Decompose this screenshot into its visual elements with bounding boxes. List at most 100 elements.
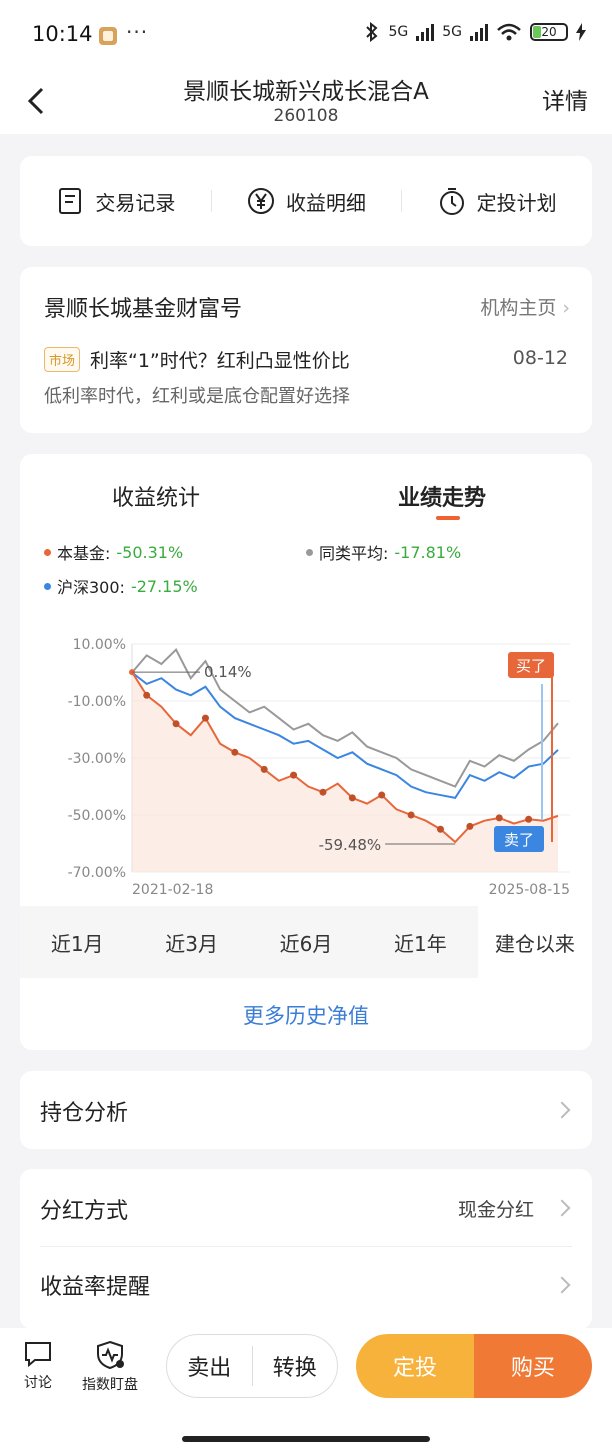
chevron-right-icon [553, 1101, 571, 1119]
tab-earnings-stats[interactable]: 收益统计 [112, 480, 200, 512]
dividend-method-label: 分红方式 [40, 1199, 129, 1224]
institution-home-link[interactable]: 机构主页 › [480, 293, 570, 320]
market-tag: 市场 [44, 347, 81, 372]
discuss-button[interactable]: 讨论 [18, 1340, 58, 1392]
legend-csi300-value: -27.15% [130, 576, 198, 596]
fund-transaction-point [172, 720, 180, 728]
legend-fund-value: -50.31% [116, 542, 184, 562]
article-date: 08-12 [512, 347, 568, 369]
period-selector: 近1月 近3月 近6月 近1年 建仓以来 [20, 906, 592, 978]
y-tick-label: -30.00% [68, 751, 126, 767]
fund-transaction-point [348, 794, 356, 802]
sell-button[interactable]: 卖出 [167, 1350, 252, 1382]
buy-tag-label: 买了 [516, 657, 546, 675]
bluetooth-icon [366, 22, 378, 42]
convert-button[interactable]: 转换 [253, 1350, 338, 1382]
legend-csi300: 沪深300: -27.15% [44, 574, 198, 598]
index-watch-label: 指数盯盘 [82, 1377, 138, 1393]
fund-transaction-point [525, 815, 533, 823]
y-tick-label: 10.00% [73, 637, 126, 653]
index-watch-button[interactable]: 指数盯盘 [76, 1340, 144, 1394]
buy-group: 定投 购买 [356, 1334, 592, 1398]
fund-transaction-point [407, 811, 415, 819]
y-tick-label: -10.00% [68, 694, 126, 710]
legend-fund-label: 本基金: [57, 544, 111, 563]
period-3m[interactable]: 近3月 [134, 906, 248, 978]
fund-transaction-point [290, 771, 298, 779]
x-tick-label-start: 2021-02-18 [132, 882, 213, 898]
more-nav-history-link[interactable]: 更多历史净值 [20, 1000, 592, 1030]
period-since-inception[interactable]: 建仓以来 [477, 906, 592, 978]
battery-icon: 20 [530, 23, 568, 41]
fixed-plan-button[interactable]: 定投计划 [401, 186, 592, 216]
fund-transaction-point [143, 691, 151, 699]
sell-convert-group: 卖出 转换 [166, 1334, 338, 1398]
wealth-account-name: 景顺长城基金财富号 [44, 297, 243, 322]
fund-transaction-point [378, 791, 386, 799]
legend-peer-dot [306, 548, 313, 556]
discuss-label: 讨论 [24, 1375, 52, 1391]
nav-bar: 景顺长城新兴成长混合A 260108 详情 [0, 70, 612, 134]
return-alert-label: 收益率提醒 [40, 1275, 151, 1300]
page-title: 景顺长城新兴成长混合A [183, 79, 429, 105]
app-notification-icon [99, 27, 117, 45]
holdings-analysis-row[interactable]: 持仓分析 [20, 1071, 592, 1149]
timer-icon [439, 188, 464, 215]
fund-transaction-point [319, 788, 327, 796]
y-tick-label: -50.00% [68, 808, 126, 824]
max-annotation-label: 0.14% [204, 663, 252, 681]
dividend-method-value: 现金分红 [457, 1199, 534, 1221]
sell-tag-label: 卖了 [504, 831, 534, 849]
network-5g-label-2: 5G [442, 24, 462, 40]
fixed-plan-label: 定投计划 [476, 190, 557, 215]
chevron-right-icon: › [562, 297, 570, 319]
period-6m[interactable]: 近6月 [249, 906, 363, 978]
tools-card: 交易记录 收益明细 定投计划 [20, 156, 592, 246]
legend-peer-average: 同类平均: -17.81% [306, 540, 461, 564]
divider [40, 1246, 572, 1247]
wifi-icon [497, 23, 521, 41]
x-tick-label-end: 2025-08-15 [489, 882, 570, 898]
fixed-invest-button[interactable]: 定投 [356, 1334, 474, 1398]
fund-transaction-point [436, 825, 444, 833]
period-1m[interactable]: 近1月 [20, 906, 134, 978]
performance-chart[interactable]: 10.00% -10.00% -30.00% -50.00% -70.00% 2021-0… [40, 624, 580, 904]
legend-peer-value: -17.81% [394, 542, 462, 562]
legend-csi300-label: 沪深300: [57, 578, 125, 597]
more-notifications-icon: ··· [126, 20, 149, 44]
holdings-analysis-label: 持仓分析 [40, 1101, 129, 1126]
settings-card: 分红方式 现金分红 收益率提醒 [20, 1169, 592, 1329]
trade-records-button[interactable]: 交易记录 [20, 186, 211, 216]
min-annotation-label: -59.48% [319, 836, 382, 854]
fund-transaction-point [201, 714, 209, 722]
fund-code: 260108 [273, 106, 339, 126]
shield-pulse-icon [97, 1340, 124, 1370]
network-5g-label-1: 5G [388, 24, 409, 40]
status-bar: 10:14 ··· 5G 5G 20 [0, 0, 612, 70]
detail-button[interactable]: 详情 [542, 82, 588, 116]
signal-icon-2 [470, 23, 488, 41]
legend-fund-dot [44, 548, 51, 556]
charging-icon [576, 23, 586, 41]
fund-transaction-point [260, 765, 268, 773]
y-tick-label: -70.00% [68, 865, 126, 881]
article-summary: 低利率时代，红利或是底仓配置好选择 [44, 386, 350, 407]
yen-icon [248, 188, 274, 214]
wealth-account-card: 景顺长城基金财富号 机构主页 › 市场 利率“1”时代？红利凸显性价比 08-1… [20, 267, 592, 433]
chat-bubble-icon [25, 1342, 51, 1368]
article-title[interactable]: 利率“1”时代？红利凸显性价比 [90, 346, 350, 373]
fund-transaction-point [231, 748, 239, 756]
buy-button[interactable]: 购买 [474, 1334, 592, 1398]
legend-fund: 本基金: -50.31% [44, 540, 183, 564]
legend-csi300-dot [44, 582, 51, 590]
earnings-detail-button[interactable]: 收益明细 [210, 186, 402, 216]
period-1y[interactable]: 近1年 [363, 906, 477, 978]
active-tab-indicator [436, 516, 460, 520]
status-time: 10:14 [32, 22, 93, 46]
home-indicator [182, 1436, 430, 1442]
chevron-right-icon [553, 1276, 571, 1294]
signal-icon-1 [416, 23, 435, 41]
earnings-detail-label: 收益明细 [286, 190, 366, 215]
tab-performance-trend[interactable]: 业绩走势 [398, 480, 486, 512]
fund-transaction-point [495, 814, 503, 822]
